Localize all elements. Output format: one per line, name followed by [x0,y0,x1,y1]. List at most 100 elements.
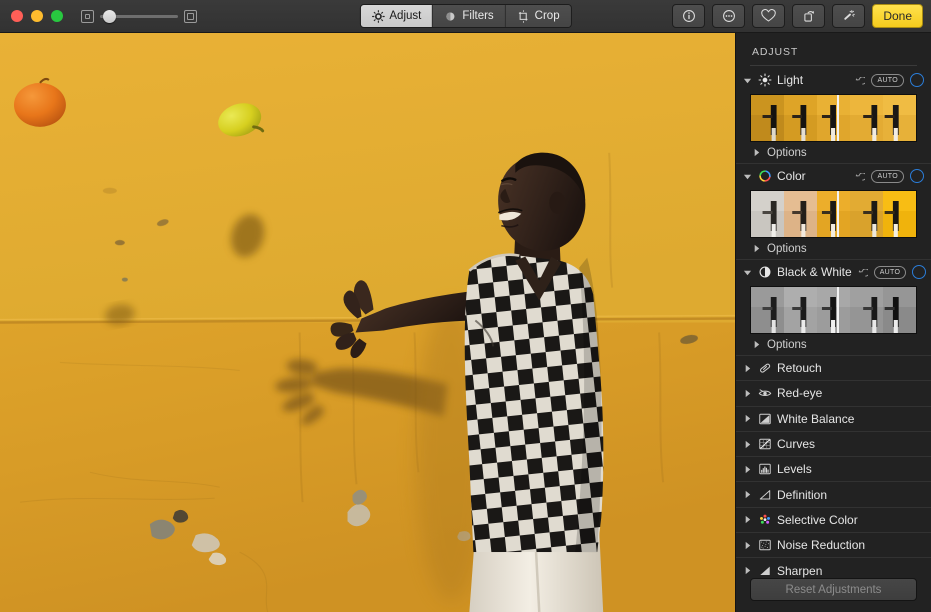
color-variation-2[interactable] [784,191,817,237]
photo-canvas[interactable] [0,33,735,612]
section-levels-label: Levels [777,462,812,476]
black-and-white-options-row[interactable]: Options [736,334,931,355]
toggle-color[interactable] [910,169,924,183]
reset-icon[interactable] [854,171,865,182]
section-light-label: Light [777,73,849,87]
light-variation-5[interactable] [883,95,916,141]
auto-button-black-and-white[interactable]: AUTO [874,266,907,279]
bandage-icon [757,361,772,375]
section-definition[interactable]: Definition [736,481,931,506]
chevron-right-icon[interactable] [743,389,752,398]
tab-filters[interactable]: Filters [433,5,505,27]
done-button[interactable]: Done [872,4,923,28]
section-light-actions: AUTO [854,73,924,87]
toggle-light[interactable] [910,73,924,87]
section-sharpen-label: Sharpen [777,564,822,578]
chevron-down-icon[interactable] [743,76,752,85]
auto-button-color[interactable]: AUTO [871,170,904,183]
chevron-right-icon[interactable] [752,244,761,253]
color-selection-marker[interactable] [837,191,839,237]
section-curves[interactable]: Curves [736,431,931,456]
auto-enhance-button[interactable] [832,4,865,28]
light-variation-2[interactable] [784,95,817,141]
zoom-slider-knob[interactable] [103,10,116,23]
zoom-slider-track[interactable] [100,15,178,18]
section-definition-label: Definition [777,488,827,502]
light-variation-4[interactable] [850,95,883,141]
reset-icon[interactable] [854,75,865,86]
section-color-header[interactable]: Color AUTO [736,163,931,188]
color-variation-strip[interactable] [750,190,917,238]
chevron-right-icon[interactable] [743,566,752,575]
light-variation-3[interactable] [817,95,850,141]
chevron-right-icon[interactable] [743,440,752,449]
color-variation-1[interactable] [751,191,784,237]
bw-selection-marker[interactable] [837,287,839,333]
zoom-slider[interactable] [81,10,197,23]
tab-crop[interactable]: Crop [506,5,571,27]
chevron-right-icon[interactable] [743,490,752,499]
panel-sections[interactable]: Light AUTO [736,66,931,578]
section-selective-color[interactable]: Selective Color [736,507,931,532]
section-black-and-white-header[interactable]: Black & White AUTO [736,259,931,284]
more-options-button[interactable] [712,4,745,28]
section-black-and-white: Black & White AUTO [736,259,931,355]
section-white-balance[interactable]: White Balance [736,406,931,431]
sharpen-icon [757,564,772,578]
chevron-right-icon[interactable] [743,515,752,524]
section-light-header[interactable]: Light AUTO [736,68,931,92]
bw-variation-1[interactable] [751,287,784,333]
photo-stage[interactable] [0,33,735,612]
color-options-label: Options [767,243,807,255]
light-options-row[interactable]: Options [736,142,931,163]
reset-adjustments-button[interactable]: Reset Adjustments [750,578,917,601]
light-variation-1[interactable] [751,95,784,141]
bw-variation-3[interactable] [817,287,850,333]
black-and-white-variation-strip[interactable] [750,286,917,334]
rotate-button[interactable] [792,4,825,28]
window-controls [0,10,63,22]
section-color-actions: AUTO [854,169,924,183]
color-variation-5[interactable] [883,191,916,237]
bw-variation-2[interactable] [784,287,817,333]
heart-icon [761,9,776,23]
color-variation-4[interactable] [850,191,883,237]
chevron-right-icon[interactable] [743,364,752,373]
chevron-right-icon[interactable] [752,148,761,157]
light-icon [757,73,772,87]
black-and-white-options-label: Options [767,339,807,351]
tab-adjust[interactable]: Adjust [360,5,433,27]
orange-fruit [14,83,66,127]
info-button[interactable] [672,4,705,28]
section-sharpen[interactable]: Sharpen [736,557,931,578]
chevron-down-icon[interactable] [743,268,752,277]
section-red-eye-label: Red-eye [777,386,822,400]
info-icon [682,9,696,23]
favorite-button[interactable] [752,4,785,28]
reset-icon[interactable] [857,267,868,278]
section-noise-reduction-label: Noise Reduction [777,538,865,552]
auto-button-light[interactable]: AUTO [871,74,904,87]
close-window-button[interactable] [11,10,23,22]
color-options-row[interactable]: Options [736,238,931,259]
light-variation-strip[interactable] [750,94,917,142]
bw-variation-4[interactable] [850,287,883,333]
rotate-icon [802,9,816,23]
light-selection-marker[interactable] [837,95,839,141]
bw-variation-5[interactable] [883,287,916,333]
section-levels[interactable]: Levels [736,456,931,481]
section-retouch[interactable]: Retouch [736,355,931,380]
ellipsis-circle-icon [722,9,736,23]
chevron-right-icon[interactable] [743,414,752,423]
chevron-right-icon[interactable] [752,340,761,349]
color-variation-3[interactable] [817,191,850,237]
toggle-black-and-white[interactable] [912,265,926,279]
chevron-right-icon[interactable] [743,465,752,474]
chevron-right-icon[interactable] [743,541,752,550]
section-red-eye[interactable]: Red-eye [736,380,931,405]
maximize-window-button[interactable] [51,10,63,22]
chevron-down-icon[interactable] [743,172,752,181]
section-noise-reduction[interactable]: Noise Reduction [736,532,931,557]
minimize-window-button[interactable] [31,10,43,22]
mode-segmented-control[interactable]: Adjust Filters Crop [359,4,571,28]
